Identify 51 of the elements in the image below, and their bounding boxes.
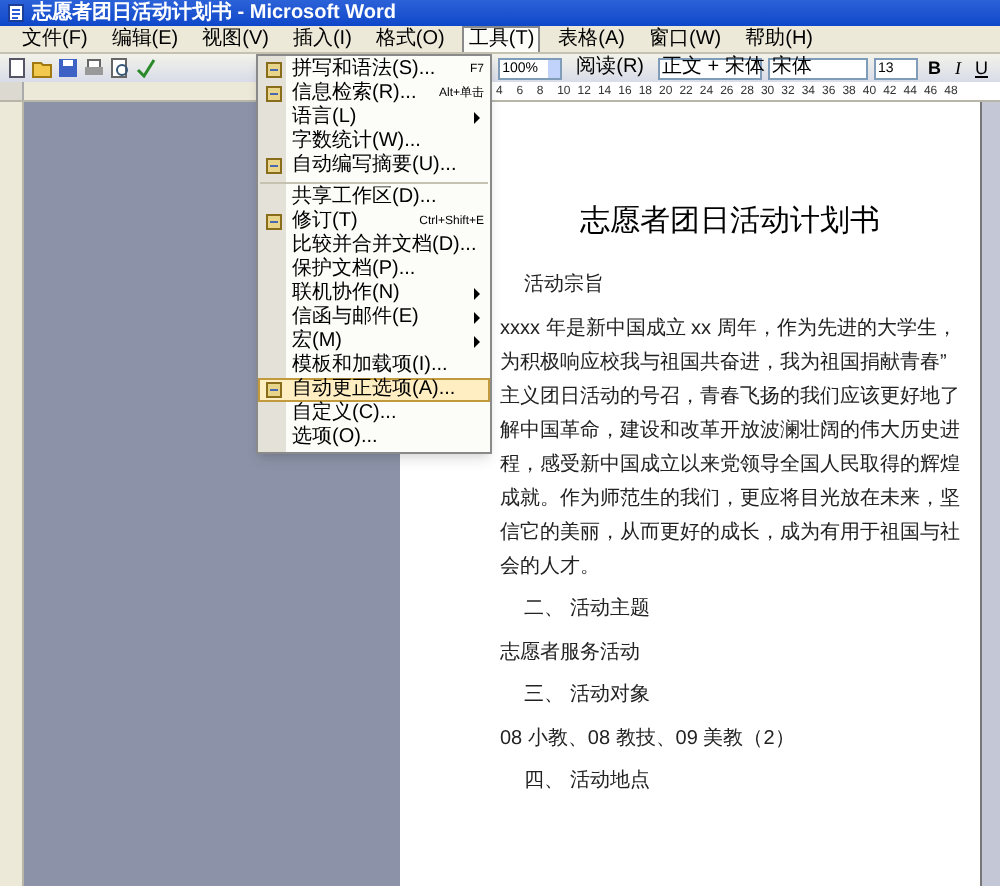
ruler-corner bbox=[0, 82, 24, 100]
menu-entry[interactable]: 自动更正选项(A)... bbox=[258, 378, 490, 402]
italic-button[interactable]: I bbox=[951, 59, 965, 77]
menu-entry-icon bbox=[266, 382, 282, 398]
menu-entry[interactable]: 选项(O)... bbox=[258, 426, 490, 450]
menu-entry[interactable]: 自定义(C)... bbox=[258, 402, 490, 426]
window-title: 志愿者团日活动计划书 - Microsoft Word bbox=[32, 3, 397, 23]
menu-entry[interactable]: 字数统计(W)... bbox=[258, 130, 490, 154]
menu-item[interactable]: 文件(F) bbox=[16, 25, 94, 53]
font-dropdown[interactable]: 宋体 bbox=[768, 57, 868, 79]
menu-item[interactable]: 窗口(W) bbox=[643, 25, 728, 53]
menu-entry-icon bbox=[266, 158, 282, 174]
menu-item[interactable]: 插入(I) bbox=[286, 25, 358, 53]
document-icon bbox=[8, 4, 24, 22]
menu-entry-icon bbox=[266, 62, 282, 78]
section-heading: 二、 活动主题 bbox=[522, 600, 652, 620]
menu-item[interactable]: 表格(A) bbox=[552, 25, 631, 53]
section-heading: 活动宗旨 bbox=[522, 276, 606, 296]
new-document-icon[interactable] bbox=[8, 58, 26, 78]
paragraph: xxxx 年是新中国成立 xx 周年，作为先进的大学生，为积极响应校我与祖国共奋进，我为祖国捐献青春” 主义团日活动的号召，青春飞扬的我们应该更好地了解中国革命，建设和改革开放波澜壮阔的伟大历史进程，感受新中国成立以来党领导全国人民取得的辉煌成就。作为师范生的我们，更应将目光放在未来，坚信它的美丽，从而更好的成长，成为有用于祖国与社会的人才。 bbox=[500, 315, 960, 582]
submenu-arrow-icon bbox=[474, 112, 480, 124]
preview-icon[interactable] bbox=[110, 58, 130, 78]
menu-item[interactable]: 视图(V) bbox=[196, 25, 275, 53]
menu-entry-icon bbox=[266, 214, 282, 230]
save-icon[interactable] bbox=[58, 58, 78, 78]
menu-item[interactable]: 工具(T) bbox=[462, 26, 541, 52]
document-title: 志愿者团日活动计划书 bbox=[578, 206, 882, 236]
menu-entry-icon bbox=[266, 86, 282, 102]
paragraph: 08 小教、08 教技、09 美教（2） bbox=[500, 725, 797, 754]
menu-entry[interactable]: 联机协作(N) bbox=[258, 282, 490, 306]
spelling-icon[interactable] bbox=[136, 58, 156, 78]
read-button[interactable]: 阅读(R) bbox=[568, 58, 652, 78]
folder-icon[interactable] bbox=[32, 58, 52, 78]
menu-item[interactable]: 编辑(E) bbox=[105, 25, 185, 53]
section-heading: 三、 活动对象 bbox=[522, 686, 652, 706]
menu-entry[interactable]: 信函与邮件(E) bbox=[258, 306, 490, 330]
underline-button[interactable]: U bbox=[971, 59, 992, 77]
menu-entry[interactable]: 宏(M) bbox=[258, 330, 490, 354]
menu-entry[interactable]: 共享工作区(D)... bbox=[258, 178, 490, 210]
menu-entry[interactable]: 比较并合并文档(D)... bbox=[258, 234, 490, 258]
paragraph: 志愿者服务活动 bbox=[500, 639, 642, 668]
menu-entry[interactable]: 语言(L) bbox=[258, 106, 490, 130]
style-dropdown[interactable]: 正文 + 宋体 bbox=[658, 57, 762, 79]
menu-entry[interactable]: 保护文档(P)... bbox=[258, 258, 490, 282]
section-heading: 四、 活动地点 bbox=[522, 772, 652, 792]
print-icon[interactable] bbox=[84, 58, 104, 78]
menu-item[interactable]: 格式(O) bbox=[369, 25, 451, 53]
menu-entry[interactable]: 模板和加载项(I)... bbox=[258, 354, 490, 378]
menu-entry[interactable]: 自动编写摘要(U)... bbox=[258, 154, 490, 178]
menu-item[interactable]: 帮助(H) bbox=[739, 25, 819, 53]
bold-button[interactable]: B bbox=[924, 59, 945, 77]
